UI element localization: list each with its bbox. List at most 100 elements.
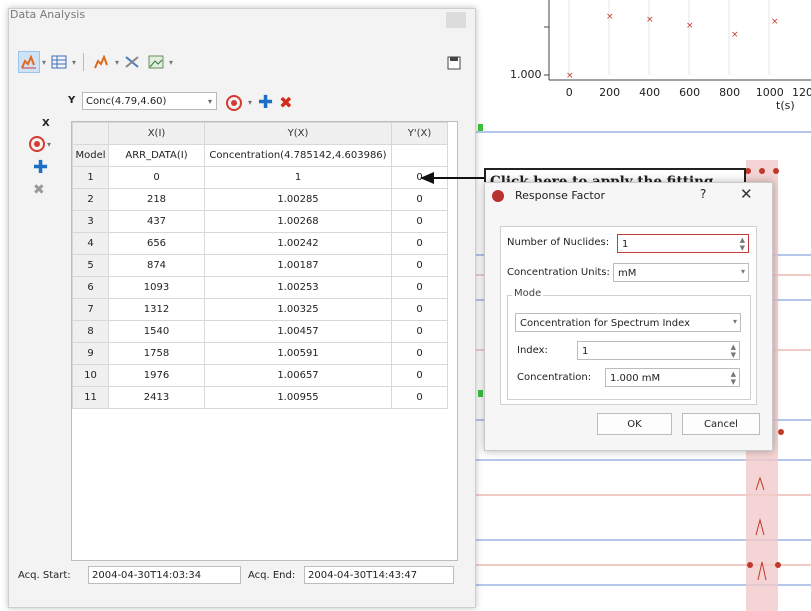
table-cell[interactable]: 0 xyxy=(391,364,448,387)
table-cell[interactable]: ARR_DATA(I) xyxy=(108,144,205,167)
table-view-button[interactable] xyxy=(48,51,70,73)
row-header[interactable]: 6 xyxy=(72,276,109,299)
table-cell[interactable]: 1.00657 xyxy=(204,364,392,387)
column-header[interactable]: X(I) xyxy=(108,122,205,145)
save-button[interactable] xyxy=(443,52,465,74)
acq-end-field[interactable]: 2004-04-30T14:43:47 xyxy=(304,566,454,584)
chevron-down-icon[interactable]: ▾ xyxy=(169,58,173,67)
row-header[interactable]: 3 xyxy=(72,210,109,233)
table-cell[interactable]: 0 xyxy=(391,254,448,277)
row-header[interactable]: 10 xyxy=(72,364,109,387)
row-header[interactable]: 9 xyxy=(72,342,109,365)
table-cell[interactable]: 437 xyxy=(108,210,205,233)
help-icon[interactable]: ? xyxy=(700,187,706,201)
table-cell[interactable]: 0 xyxy=(108,166,205,189)
table-cell[interactable]: 1.00285 xyxy=(204,188,392,211)
chevron-down-icon[interactable]: ▾ xyxy=(42,58,46,67)
chevron-down-icon[interactable]: ▾ xyxy=(72,58,76,67)
delete-column-button[interactable]: ✖ xyxy=(279,93,292,112)
chart-type-button[interactable] xyxy=(18,51,40,73)
table-cell[interactable]: 0 xyxy=(391,342,448,365)
x-target-control[interactable]: ▾ xyxy=(29,136,51,152)
tools-button[interactable] xyxy=(121,51,143,73)
image-export-button[interactable] xyxy=(145,51,167,73)
mode-select[interactable]: Concentration for Spectrum Index ▾ xyxy=(515,313,741,332)
row-header[interactable]: 11 xyxy=(72,386,109,409)
column-header[interactable]: Y'(X) xyxy=(391,122,448,145)
table-cell[interactable]: 1.00325 xyxy=(204,298,392,321)
table-cell[interactable]: 1.00457 xyxy=(204,320,392,343)
add-column-button[interactable]: ✚ xyxy=(258,93,273,112)
index-value: 1 xyxy=(582,346,589,357)
table-cell[interactable]: 1.00268 xyxy=(204,210,392,233)
units-select[interactable]: mM ▾ xyxy=(613,263,749,282)
table-cell[interactable]: 1312 xyxy=(108,298,205,321)
delete-row-button[interactable]: ✖ xyxy=(33,182,45,198)
row-header[interactable]: 8 xyxy=(72,320,109,343)
table-cell[interactable]: 1758 xyxy=(108,342,205,365)
table-cell[interactable]: 0 xyxy=(391,188,448,211)
ok-button[interactable]: OK xyxy=(597,413,672,435)
record-target-icon[interactable] xyxy=(226,94,242,111)
chevron-down-icon[interactable]: ▾ xyxy=(248,98,252,107)
table-cell[interactable]: 1.00187 xyxy=(204,254,392,277)
close-icon[interactable]: ✕ xyxy=(740,185,753,203)
table-cell[interactable]: 0 xyxy=(391,232,448,255)
row-header[interactable]: 5 xyxy=(72,254,109,277)
table-cell[interactable]: 2413 xyxy=(108,386,205,409)
table-cell[interactable]: 1 xyxy=(204,166,392,189)
table-row: 1010 xyxy=(72,166,448,189)
index-spinbox[interactable]: 1 ▲ ▼ xyxy=(577,341,740,360)
row-header[interactable]: 4 xyxy=(72,232,109,255)
table-cell[interactable]: Concentration(4.785142,4.603986) xyxy=(204,144,392,167)
table-cell[interactable]: 1093 xyxy=(108,276,205,299)
y-tick-label: 1.000 xyxy=(510,68,542,81)
table-cell[interactable]: 0 xyxy=(391,298,448,321)
add-row-button[interactable]: ✚ xyxy=(33,159,48,177)
table-cell[interactable]: 218 xyxy=(108,188,205,211)
nuclides-spinbox[interactable]: 1 ▲ ▼ xyxy=(617,234,749,253)
acq-start-field[interactable]: 2004-04-30T14:03:34 xyxy=(88,566,241,584)
table-cell[interactable] xyxy=(391,144,448,167)
table-cell[interactable]: 1540 xyxy=(108,320,205,343)
row-header[interactable]: 1 xyxy=(72,166,109,189)
fit-chart-button[interactable] xyxy=(91,51,113,73)
table-cell[interactable]: 0 xyxy=(391,276,448,299)
x-tick-label: 1200 xyxy=(792,86,811,99)
concentration-spinbox[interactable]: 1.000 mM ▲ ▼ xyxy=(605,368,740,387)
table-row: 9 1758 1.00591 0 xyxy=(72,342,448,365)
column-header[interactable]: Y(X) xyxy=(204,122,392,145)
table-cell[interactable]: 1976 xyxy=(108,364,205,387)
table-cell[interactable]: 0 xyxy=(391,210,448,233)
table-row: 5 874 1.00187 0 xyxy=(72,254,448,277)
window-close-button[interactable] xyxy=(446,12,466,28)
spin-arrows-icon[interactable]: ▲ ▼ xyxy=(740,236,745,252)
y-column-select[interactable]: Conc(4.79,4.60) ▾ xyxy=(82,92,217,110)
table-cell[interactable]: 1.00242 xyxy=(204,232,392,255)
table-corner xyxy=(72,122,109,145)
cancel-button[interactable]: Cancel xyxy=(682,413,760,435)
dialog-title: Response Factor xyxy=(515,189,605,202)
chevron-down-icon: ▾ xyxy=(47,139,52,149)
concentration-label: Concentration: xyxy=(517,372,592,383)
table-row: 4 656 1.00242 0 xyxy=(72,232,448,255)
spin-arrows-icon[interactable]: ▲ ▼ xyxy=(731,370,736,386)
row-header[interactable]: 7 xyxy=(72,298,109,321)
table-cell[interactable]: 874 xyxy=(108,254,205,277)
table-cell[interactable]: 0 xyxy=(391,320,448,343)
row-header[interactable]: 2 xyxy=(72,188,109,211)
units-value: mM xyxy=(618,268,637,279)
units-label: Concentration Units: xyxy=(507,267,610,278)
x-tick-label: 1000 xyxy=(755,86,784,99)
table-cell[interactable]: 1.00955 xyxy=(204,386,392,409)
table-cell[interactable]: 1.00253 xyxy=(204,276,392,299)
x-axis-unit: t(s) xyxy=(776,99,795,112)
table-cell[interactable]: 1.00591 xyxy=(204,342,392,365)
table-cell[interactable]: 0 xyxy=(391,386,448,409)
spin-arrows-icon[interactable]: ▲ ▼ xyxy=(731,343,736,359)
acq-end-label: Acq. End: xyxy=(248,570,296,581)
table-row: 7 1312 1.00325 0 xyxy=(72,298,448,321)
toolbar-separator xyxy=(83,53,85,71)
table-cell[interactable]: 656 xyxy=(108,232,205,255)
chevron-down-icon[interactable]: ▾ xyxy=(115,58,119,67)
